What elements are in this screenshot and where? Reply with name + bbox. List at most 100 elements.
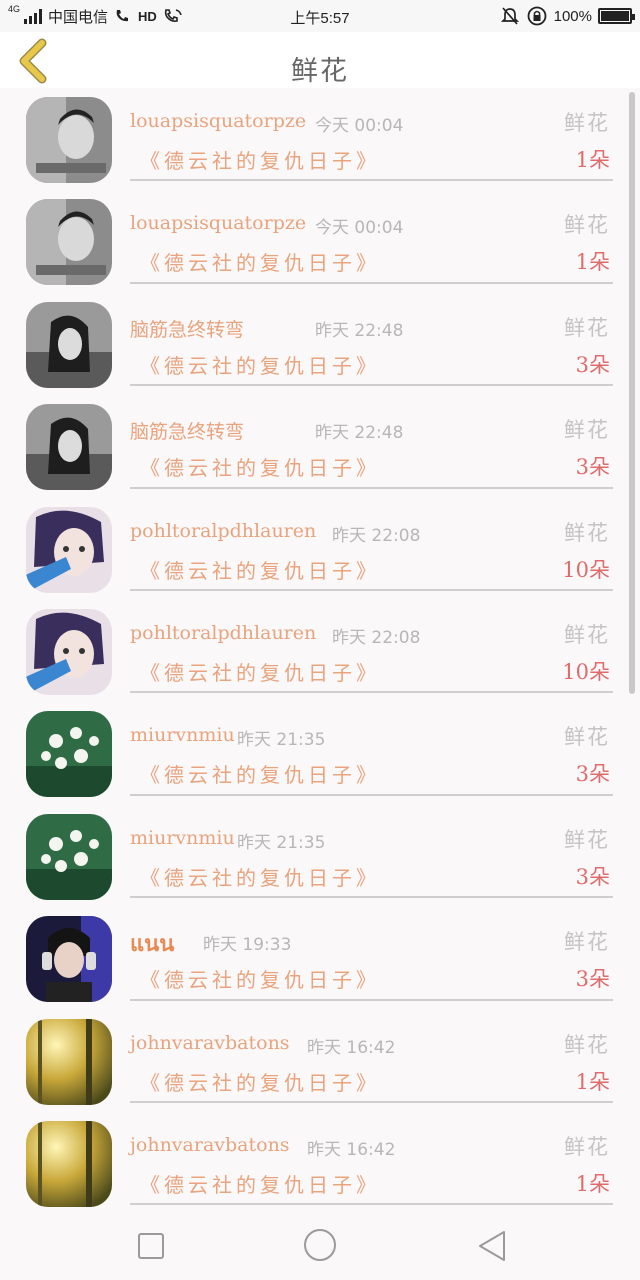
flower-count: 10朵 [562, 557, 610, 582]
flower-count: 3朵 [575, 967, 610, 992]
book-title[interactable]: 《德云社的复仇日子》 [140, 555, 380, 584]
list-item[interactable]: louapsisquatorpze 今天 00:04 鲜花 《德云社的复仇日子》… [0, 190, 640, 292]
list-item[interactable]: แนน 昨天 19:33 鲜花 《德云社的复仇日子》 3朵 [0, 907, 640, 1009]
home-button[interactable] [301, 1226, 339, 1264]
flower-count: 1朵 [575, 250, 610, 275]
back-nav-button[interactable] [474, 1228, 510, 1264]
circle-icon [304, 1229, 336, 1261]
system-nav-bar [0, 1210, 640, 1280]
divider [130, 1203, 613, 1206]
flower-count: 1朵 [575, 1069, 610, 1094]
timestamp: 昨天 22:08 [332, 525, 421, 546]
wifi-call-icon [164, 9, 182, 22]
username[interactable]: louapsisquatorpze [130, 212, 306, 234]
username[interactable]: johnvaravbatons [130, 1134, 290, 1156]
avatar[interactable] [26, 404, 112, 491]
divider [130, 281, 613, 284]
divider [130, 486, 613, 489]
list-item[interactable]: johnvaravbatons 昨天 16:42 鲜花 《德云社的复仇日子》 1… [0, 1112, 640, 1214]
book-title[interactable]: 《德云社的复仇日子》 [140, 247, 380, 276]
avatar-flowers-image [26, 711, 112, 798]
timestamp: 昨天 16:42 [307, 1037, 396, 1058]
gift-type: 鲜花 [564, 827, 610, 852]
gift-type: 鲜花 [564, 622, 610, 647]
avatar[interactable] [26, 608, 112, 695]
username[interactable]: 脑筋急终转弯 [130, 315, 244, 342]
book-title[interactable]: 《德云社的复仇日子》 [140, 657, 380, 686]
book-title[interactable]: 《德云社的复仇日子》 [140, 964, 380, 993]
gift-type: 鲜花 [564, 1032, 610, 1057]
username[interactable]: pohltoralpdhlauren [130, 520, 316, 542]
avatar[interactable] [26, 813, 112, 900]
gift-type: 鲜花 [564, 725, 610, 750]
avatar-headphones-image [26, 916, 112, 1003]
flower-count: 3朵 [575, 455, 610, 480]
avatar-man-image [26, 199, 112, 286]
list-item[interactable]: 脑筋急终转弯 昨天 22:48 鲜花 《德云社的复仇日子》 3朵 [0, 395, 640, 497]
list-item[interactable]: louapsisquatorpze 今天 00:04 鲜花 《德云社的复仇日子》… [0, 88, 640, 190]
flower-count: 3朵 [575, 864, 610, 889]
book-title[interactable]: 《德云社的复仇日子》 [140, 452, 380, 481]
timestamp: 昨天 16:42 [307, 1139, 396, 1160]
hd-badge: HD [138, 8, 157, 24]
list-item[interactable]: johnvaravbatons 昨天 16:42 鲜花 《德云社的复仇日子》 1… [0, 1010, 640, 1112]
recent-apps-button[interactable] [133, 1228, 169, 1264]
avatar[interactable] [26, 1120, 112, 1207]
avatar[interactable] [26, 506, 112, 593]
book-title[interactable]: 《德云社的复仇日子》 [140, 145, 380, 174]
list-item[interactable]: pohltoralpdhlauren 昨天 22:08 鲜花 《德云社的复仇日子… [0, 498, 640, 600]
list-item[interactable]: miurvnmiu 昨天 21:35 鲜花 《德云社的复仇日子》 3朵 [0, 702, 640, 804]
username[interactable]: แนน [130, 926, 174, 961]
book-title[interactable]: 《德云社的复仇日子》 [140, 350, 380, 379]
gift-type: 鲜花 [564, 418, 610, 443]
avatar[interactable] [26, 301, 112, 388]
flower-count: 1朵 [575, 148, 610, 172]
network-type: 4G [8, 4, 21, 14]
divider [130, 588, 613, 591]
square-icon [138, 1233, 164, 1259]
book-title[interactable]: 《德云社的复仇日子》 [140, 1169, 380, 1198]
status-bar: 4G 中国电信 HD 上午5:57 100% [0, 0, 640, 32]
timestamp: 昨天 19:33 [203, 935, 292, 956]
book-title[interactable]: 《德云社的复仇日子》 [140, 759, 380, 788]
timestamp: 昨天 21:35 [237, 730, 326, 751]
gift-type: 鲜花 [564, 111, 610, 135]
timestamp: 昨天 22:48 [315, 423, 404, 444]
divider [130, 1100, 613, 1103]
phone-icon [116, 10, 129, 22]
avatar[interactable] [26, 711, 112, 798]
flower-count: 3朵 [575, 762, 610, 787]
timestamp: 昨天 21:35 [237, 832, 326, 853]
username[interactable]: 脑筋急终转弯 [130, 417, 244, 444]
divider [130, 896, 613, 899]
avatar[interactable] [26, 916, 112, 1003]
avatar[interactable] [26, 199, 112, 286]
timestamp: 昨天 22:08 [332, 627, 421, 648]
signal-icon [24, 8, 43, 24]
avatar[interactable] [26, 97, 112, 183]
book-title[interactable]: 《德云社的复仇日子》 [140, 862, 380, 891]
gift-type: 鲜花 [564, 520, 610, 545]
username[interactable]: miurvnmiu [130, 724, 235, 746]
username[interactable]: johnvaravbatons [130, 1032, 290, 1054]
flower-count: 3朵 [575, 352, 610, 377]
avatar[interactable] [26, 1018, 112, 1105]
timestamp: 昨天 22:48 [315, 320, 404, 341]
divider [130, 793, 613, 796]
flower-gift-list: louapsisquatorpze 今天 00:04 鲜花 《德云社的复仇日子》… [0, 88, 640, 1214]
list-item[interactable]: miurvnmiu 昨天 21:35 鲜花 《德云社的复仇日子》 3朵 [0, 805, 640, 907]
scrollbar[interactable] [629, 92, 635, 694]
username[interactable]: miurvnmiu [130, 827, 235, 849]
list-item[interactable]: pohltoralpdhlauren 昨天 22:08 鲜花 《德云社的复仇日子… [0, 600, 640, 702]
title-bar: 鲜花 [0, 32, 640, 88]
list-item[interactable]: 脑筋急终转弯 昨天 22:48 鲜花 《德云社的复仇日子》 3朵 [0, 293, 640, 395]
gift-type: 鲜花 [564, 213, 610, 238]
avatar-forest-image [26, 1120, 112, 1207]
avatar-cosplay-image [26, 506, 112, 593]
triangle-back-icon [479, 1231, 505, 1261]
avatar-man-image [26, 97, 112, 183]
username[interactable]: pohltoralpdhlauren [130, 622, 316, 644]
battery-percent: 100% [553, 7, 592, 25]
book-title[interactable]: 《德云社的复仇日子》 [140, 1067, 380, 1096]
username[interactable]: louapsisquatorpze [130, 110, 306, 132]
